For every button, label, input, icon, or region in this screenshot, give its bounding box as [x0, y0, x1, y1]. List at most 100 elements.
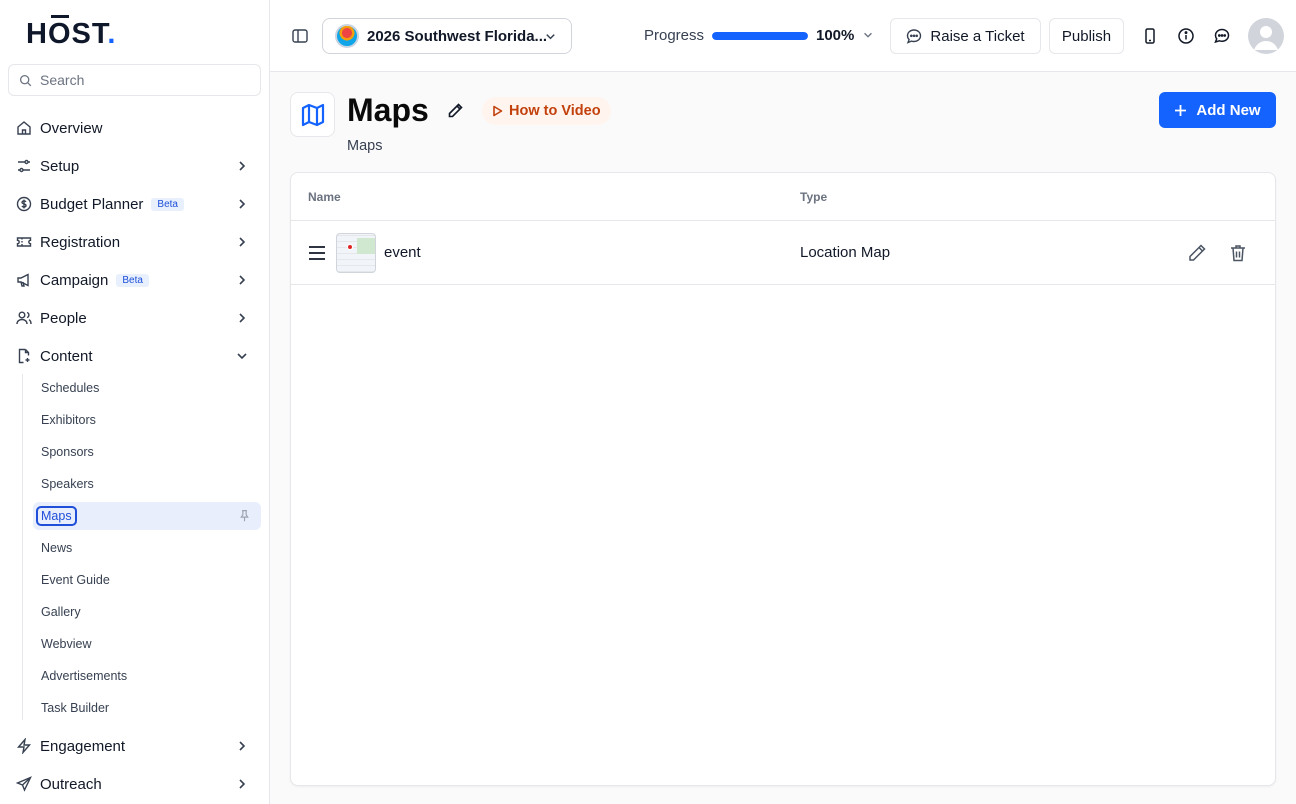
- chevron-right-icon: [239, 237, 246, 247]
- subnav-label: Webview: [41, 637, 92, 651]
- sidebar-item-outreach[interactable]: Outreach: [8, 767, 261, 801]
- sidebar-item-label: Budget Planner: [40, 195, 144, 213]
- chat-bubble-icon: [907, 29, 922, 44]
- users-icon: [16, 310, 32, 326]
- sidebar-item-setup[interactable]: Setup: [8, 149, 261, 183]
- publish-label: Publish: [1061, 27, 1112, 45]
- column-header-name[interactable]: Name: [308, 190, 341, 204]
- mobile-preview-icon[interactable]: [1141, 27, 1159, 45]
- chevron-right-icon: [239, 275, 246, 285]
- search-box[interactable]: [8, 64, 261, 96]
- drag-handle-icon[interactable]: [308, 245, 326, 261]
- sidebar-item-label: Outreach: [40, 775, 102, 793]
- subnav-item-news[interactable]: News: [33, 534, 261, 562]
- sidebar-item-budget-planner[interactable]: Budget Planner Beta: [8, 187, 261, 221]
- send-icon: [16, 776, 32, 792]
- sidebar-item-people[interactable]: People: [8, 301, 261, 335]
- subnav-label: Gallery: [41, 605, 81, 619]
- subnav-item-gallery[interactable]: Gallery: [33, 598, 261, 626]
- chevron-right-icon: [239, 313, 246, 323]
- column-header-type[interactable]: Type: [800, 190, 827, 204]
- beta-badge: Beta: [116, 273, 149, 287]
- map-thumbnail: [336, 233, 376, 273]
- subnav-item-speakers[interactable]: Speakers: [33, 470, 261, 498]
- chevron-right-icon: [239, 161, 246, 171]
- sidebar-item-content[interactable]: Content: [8, 339, 261, 373]
- add-new-button[interactable]: Add New: [1159, 92, 1276, 128]
- add-new-label: Add New: [1196, 101, 1261, 119]
- publish-button[interactable]: Publish: [1049, 18, 1124, 54]
- chevron-right-icon: [239, 779, 246, 789]
- subnav-label: Task Builder: [41, 701, 110, 715]
- chevron-right-icon: [239, 741, 246, 751]
- sidebar-item-campaign[interactable]: Campaign Beta: [8, 263, 261, 297]
- subnav-label: Maps: [36, 506, 77, 526]
- subnav-item-exhibitors[interactable]: Exhibitors: [33, 406, 261, 434]
- subnav-item-task-builder[interactable]: Task Builder: [33, 694, 261, 722]
- sidebar-item-registration[interactable]: Registration: [8, 225, 261, 259]
- map-pin-icon: [347, 244, 353, 250]
- event-logo: [335, 24, 359, 48]
- sidebar-item-label: Engagement: [40, 737, 126, 755]
- subnav-item-webview[interactable]: Webview: [33, 630, 261, 658]
- ticket-icon: [16, 234, 32, 250]
- sidebar-item-label: Registration: [40, 233, 121, 251]
- search-input[interactable]: [40, 72, 240, 88]
- sidebar-item-label: Content: [40, 347, 93, 365]
- sidebar-item-label: Setup: [40, 157, 80, 175]
- search-icon: [19, 74, 32, 86]
- plus-icon: [1175, 104, 1187, 116]
- how-to-video-label: How to Video: [509, 103, 601, 119]
- row-name[interactable]: event: [384, 244, 421, 261]
- info-icon[interactable]: [1177, 27, 1195, 45]
- user-icon: [1254, 26, 1278, 50]
- page-map-icon: [290, 92, 335, 137]
- subnav-item-advertisements[interactable]: Advertisements: [33, 662, 261, 690]
- subnav-label: Advertisements: [41, 669, 128, 683]
- subnav-item-event-guide[interactable]: Event Guide: [33, 566, 261, 594]
- event-selector[interactable]: 2026 Southwest Florida...: [322, 18, 572, 54]
- file-icon: [16, 348, 32, 364]
- sidebar: HOST. Overview Setup Budget Planner Beta…: [0, 0, 270, 804]
- sidebar-toggle-icon[interactable]: [291, 27, 309, 45]
- chevron-down-icon: [237, 353, 247, 360]
- edit-pencil-icon[interactable]: [447, 102, 464, 119]
- map-thumbnail-park: [357, 238, 375, 254]
- subnav-label: Schedules: [41, 381, 100, 395]
- pin-icon[interactable]: [238, 509, 251, 522]
- chat-icon[interactable]: [1213, 27, 1231, 45]
- edit-pencil-icon[interactable]: [1187, 243, 1207, 263]
- sliders-icon: [16, 158, 32, 174]
- subnav-item-schedules[interactable]: Schedules: [33, 374, 261, 402]
- map-icon: [301, 103, 324, 126]
- sidebar-item-label: People: [40, 309, 87, 327]
- maps-table: Name Type event Location Map: [290, 172, 1276, 786]
- dollar-icon: [16, 196, 32, 212]
- beta-badge: Beta: [151, 197, 184, 211]
- subnav-label: Event Guide: [41, 573, 110, 587]
- user-avatar[interactable]: [1248, 18, 1284, 54]
- sidebar-item-engagement[interactable]: Engagement: [8, 729, 261, 763]
- how-to-video-button[interactable]: How to Video: [482, 97, 611, 125]
- raise-ticket-label: Raise a Ticket: [930, 27, 1025, 45]
- subnav-item-sponsors[interactable]: Sponsors: [33, 438, 261, 466]
- chevron-down-icon[interactable]: [862, 29, 874, 41]
- page-subtitle: Maps: [347, 138, 383, 154]
- host-logo[interactable]: HOST.: [26, 15, 116, 51]
- megaphone-icon: [16, 272, 32, 288]
- subnav-item-maps[interactable]: Maps: [33, 502, 261, 530]
- trash-icon[interactable]: [1228, 243, 1248, 263]
- raise-ticket-button[interactable]: Raise a Ticket: [890, 18, 1041, 54]
- table-row[interactable]: event Location Map: [291, 221, 1275, 285]
- progress-value: 100%: [816, 27, 855, 44]
- progress-bar: [712, 32, 808, 40]
- subnav-label: Speakers: [41, 477, 94, 491]
- progress-fill: [712, 32, 808, 40]
- sidebar-item-overview[interactable]: Overview: [8, 111, 261, 145]
- play-icon: [493, 105, 503, 117]
- home-icon: [16, 120, 32, 136]
- top-bar: 2026 Southwest Florida... Progress 100% …: [270, 0, 1296, 72]
- progress-label: Progress: [644, 27, 705, 44]
- chevron-right-icon: [239, 199, 246, 209]
- subnav-label: News: [41, 541, 73, 555]
